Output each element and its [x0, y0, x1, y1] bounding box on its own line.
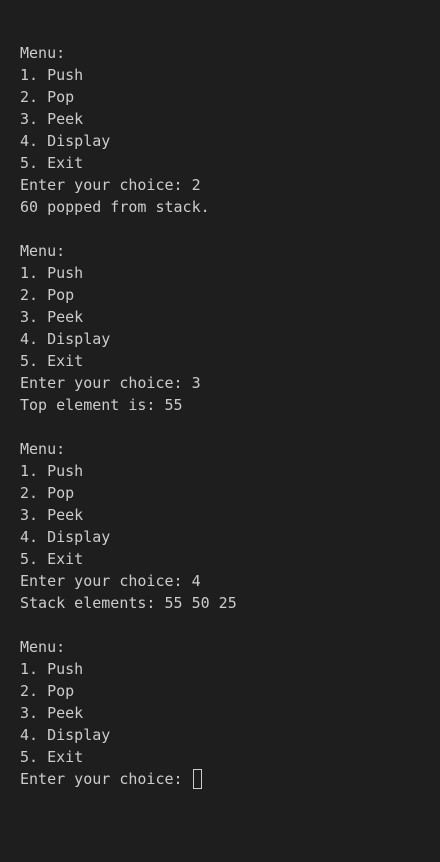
- output-line: 4. Display: [20, 726, 111, 744]
- output-line: Menu:: [20, 242, 66, 260]
- input-prompt: Enter your choice:: [20, 770, 192, 788]
- output-line: 4. Display: [20, 132, 111, 150]
- output-line: 5. Exit: [20, 154, 84, 172]
- output-line: Enter your choice: 2: [20, 176, 201, 194]
- output-line: 1. Push: [20, 660, 84, 678]
- output-line: 2. Pop: [20, 484, 75, 502]
- output-line: 3. Peek: [20, 506, 84, 524]
- output-line: 2. Pop: [20, 682, 75, 700]
- output-line: 5. Exit: [20, 550, 84, 568]
- output-line: 3. Peek: [20, 308, 84, 326]
- terminal-output: Menu: 1. Push 2. Pop 3. Peek 4. Display …: [0, 0, 440, 862]
- output-line: 5. Exit: [20, 748, 84, 766]
- output-line: 1. Push: [20, 66, 84, 84]
- output-line: Menu:: [20, 44, 66, 62]
- output-line: Menu:: [20, 638, 66, 656]
- output-line: 1. Push: [20, 264, 84, 282]
- text-cursor[interactable]: [192, 769, 202, 789]
- output-line: 60 popped from stack.: [20, 198, 210, 216]
- output-line: 4. Display: [20, 528, 111, 546]
- output-line: Enter your choice: 4: [20, 572, 201, 590]
- output-line: 5. Exit: [20, 352, 84, 370]
- output-line: Enter your choice: 3: [20, 374, 201, 392]
- output-line: 3. Peek: [20, 110, 84, 128]
- output-line: 2. Pop: [20, 286, 75, 304]
- output-line: 3. Peek: [20, 704, 84, 722]
- output-line: Menu:: [20, 440, 66, 458]
- output-line: 2. Pop: [20, 88, 75, 106]
- output-line: Stack elements: 55 50 25: [20, 594, 237, 612]
- input-prompt-row[interactable]: Enter your choice:: [20, 768, 440, 790]
- output-line: 1. Push: [20, 462, 84, 480]
- output-line: 4. Display: [20, 330, 111, 348]
- output-line: Top element is: 55: [20, 396, 183, 414]
